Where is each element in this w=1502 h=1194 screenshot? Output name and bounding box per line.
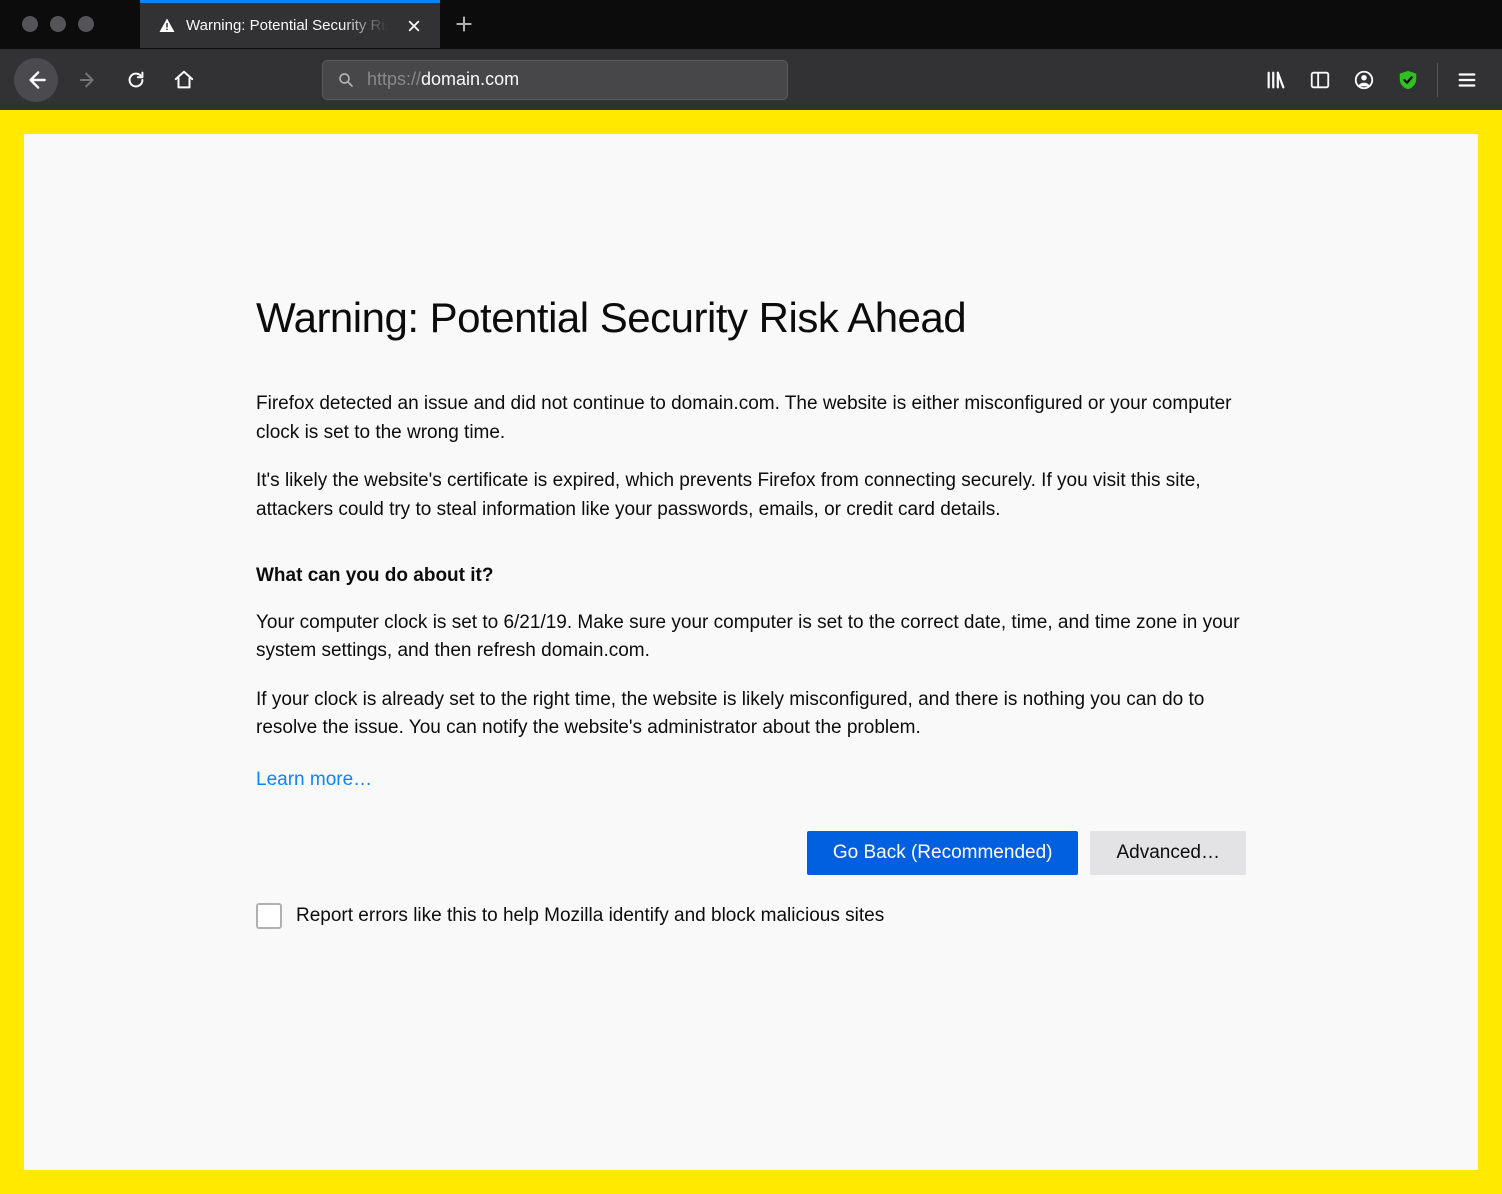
home-icon — [173, 69, 195, 91]
search-icon — [337, 71, 355, 89]
tab-active[interactable]: Warning: Potential Security Risk Ahead — [140, 0, 440, 48]
minimize-window-button[interactable] — [50, 16, 66, 32]
forward-button[interactable] — [68, 60, 108, 100]
titlebar: Warning: Potential Security Risk Ahead — [0, 0, 1502, 48]
sidebar-button[interactable] — [1299, 60, 1341, 100]
zoom-window-button[interactable] — [78, 16, 94, 32]
reload-button[interactable] — [116, 60, 156, 100]
url-host: domain.com — [421, 69, 519, 89]
back-button[interactable] — [14, 58, 58, 102]
url-text: https://domain.com — [367, 69, 519, 90]
nav-toolbar: https://domain.com — [0, 48, 1502, 110]
content-frame: Warning: Potential Security Risk Ahead F… — [0, 110, 1502, 1194]
toolbar-right — [1255, 60, 1488, 100]
error-card: Warning: Potential Security Risk Ahead F… — [256, 294, 1246, 1170]
hamburger-icon — [1456, 69, 1478, 91]
subheading: What can you do about it? — [256, 562, 1246, 591]
protections-button[interactable] — [1387, 60, 1429, 100]
close-window-button[interactable] — [22, 16, 38, 32]
error-page: Warning: Potential Security Risk Ahead F… — [24, 134, 1478, 1170]
warning-triangle-icon — [158, 17, 176, 35]
home-button[interactable] — [164, 60, 204, 100]
error-paragraph-2: It's likely the website's certificate is… — [256, 467, 1246, 524]
error-paragraph-4: If your clock is already set to the righ… — [256, 686, 1246, 743]
separator — [1437, 63, 1438, 97]
close-icon — [407, 19, 421, 33]
app-menu-button[interactable] — [1446, 60, 1488, 100]
arrow-right-icon — [77, 69, 99, 91]
account-icon — [1353, 69, 1375, 91]
error-paragraph-1: Firefox detected an issue and did not co… — [256, 390, 1246, 447]
url-bar[interactable]: https://domain.com — [322, 60, 788, 100]
report-checkbox[interactable] — [256, 903, 282, 929]
advanced-button[interactable]: Advanced… — [1090, 831, 1246, 875]
plus-icon — [454, 14, 474, 34]
go-back-button[interactable]: Go Back (Recommended) — [807, 831, 1079, 875]
reload-icon — [125, 69, 147, 91]
url-scheme: https:// — [367, 69, 421, 89]
sidebar-icon — [1309, 69, 1331, 91]
page-title: Warning: Potential Security Risk Ahead — [256, 294, 1246, 342]
library-icon — [1265, 69, 1287, 91]
new-tab-button[interactable] — [440, 0, 488, 48]
report-row: Report errors like this to help Mozilla … — [256, 903, 1246, 929]
button-row: Go Back (Recommended) Advanced… — [256, 831, 1246, 875]
error-paragraph-3: Your computer clock is set to 6/21/19. M… — [256, 609, 1246, 666]
window-controls — [0, 0, 140, 48]
shield-check-icon — [1397, 69, 1419, 91]
report-label: Report errors like this to help Mozilla … — [296, 905, 884, 927]
account-button[interactable] — [1343, 60, 1385, 100]
library-button[interactable] — [1255, 60, 1297, 100]
learn-more-link[interactable]: Learn more… — [256, 769, 372, 791]
arrow-left-icon — [23, 67, 49, 93]
tab-close-button[interactable] — [402, 14, 426, 38]
tab-title: Warning: Potential Security Risk Ahead — [186, 17, 392, 34]
